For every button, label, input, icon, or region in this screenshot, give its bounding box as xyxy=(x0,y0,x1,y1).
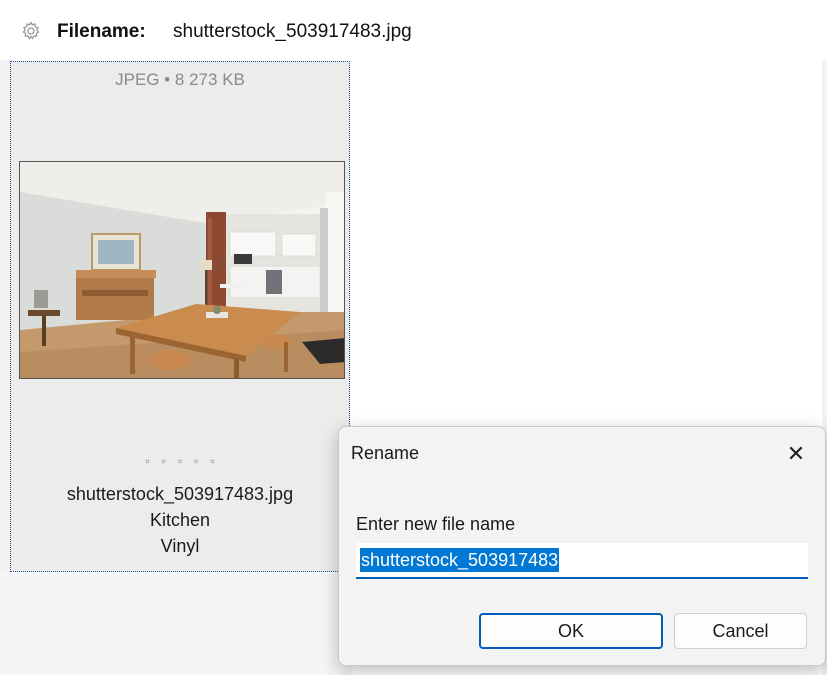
filename-value: shutterstock_503917483.jpg xyxy=(173,21,412,42)
bottom-area xyxy=(0,573,352,675)
thumbnail-tile[interactable]: JPEG • 8 273 KB ▫▫▫▫▫ shutterstock_50391… xyxy=(10,61,350,572)
filename-header: Filename: shutterstock_503917483.jpg xyxy=(0,0,827,60)
gear-icon[interactable] xyxy=(21,21,41,41)
selected-text: shutterstock_503917483 xyxy=(360,548,560,572)
thumbnail-image[interactable] xyxy=(19,161,345,379)
tile-tag-vinyl: Vinyl xyxy=(160,536,200,556)
file-info: JPEG • 8 273 KB xyxy=(115,70,245,89)
filename-label: Filename: xyxy=(57,21,146,42)
rating-dots[interactable]: ▫▫▫▫▫ xyxy=(11,454,349,468)
close-icon[interactable]: ✕ xyxy=(781,439,811,469)
file-browser-window: Filename: shutterstock_503917483.jpg JPE… xyxy=(0,0,827,675)
filename-input[interactable]: shutterstock_503917483 xyxy=(356,543,808,579)
dialog-title: Rename xyxy=(351,443,420,463)
rename-dialog: Rename ✕ Enter new file name shutterstoc… xyxy=(338,426,826,666)
ok-button[interactable]: OK xyxy=(479,613,663,649)
dialog-prompt: Enter new file name xyxy=(356,514,516,534)
cancel-button[interactable]: Cancel xyxy=(674,613,807,649)
tile-tag-kitchen: Kitchen xyxy=(149,510,211,530)
tile-filename: shutterstock_503917483.jpg xyxy=(66,484,294,504)
